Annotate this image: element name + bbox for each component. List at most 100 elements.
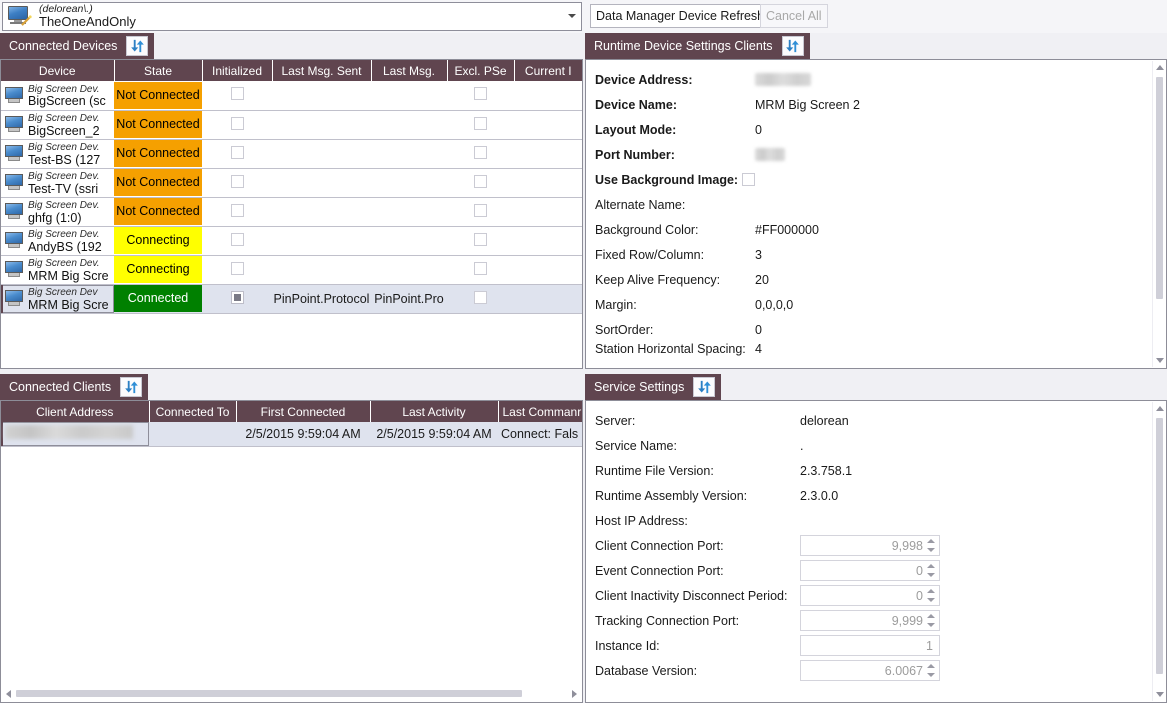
application-window: (delorean\.) TheOneAndOnly Data Manager … [0, 0, 1167, 703]
scroll-thumb[interactable] [1156, 77, 1163, 299]
excl-ps-checkbox[interactable] [474, 87, 487, 101]
use-background-image-checkbox[interactable] [742, 173, 756, 186]
redacted-client-address [5, 425, 133, 440]
stepper-value: 0 [916, 563, 923, 578]
excl-ps-checkbox[interactable] [474, 116, 487, 130]
stepper-down-icon[interactable] [927, 623, 935, 627]
cell-device: Big Screen Dev. BigScreen_2 [1, 110, 114, 140]
scroll-up-icon[interactable] [1156, 65, 1164, 70]
stepper-down-icon[interactable] [927, 673, 935, 677]
cell-client-address [1, 422, 149, 447]
scroll-down-icon[interactable] [1156, 692, 1164, 697]
refresh-arrows-icon[interactable] [120, 377, 143, 397]
cell-last-msg-sent [272, 168, 371, 198]
table-header-row: Device State Initialized Last Msg. Sent … [1, 60, 582, 81]
service-settings-vertical-scrollbar[interactable] [1152, 402, 1165, 701]
table-row[interactable]: 2/5/2015 9:59:04 AM 2/5/2015 9:59:04 AM Co… [1, 422, 582, 447]
column-header-device[interactable]: Device [1, 60, 115, 81]
column-header-client-address[interactable]: Client Address [1, 401, 150, 422]
excl-ps-checkbox[interactable] [474, 290, 487, 304]
initialized-checkbox[interactable] [230, 174, 244, 188]
status-badge: Connecting [114, 256, 202, 283]
data-manager-device-refresh-button[interactable]: Data Manager Device Refresh [590, 4, 771, 28]
numeric-stepper[interactable]: 0 [800, 585, 940, 606]
stepper-up-icon[interactable] [927, 664, 935, 668]
runtime-settings-list: Device Address: Device Name: MRM Big Scree… [587, 61, 1152, 367]
cell-initialized [202, 81, 272, 111]
cell-current-i [514, 168, 582, 198]
initialized-checkbox[interactable] [230, 116, 244, 130]
initialized-checkbox[interactable] [230, 203, 244, 217]
initialized-checkbox[interactable] [230, 87, 244, 101]
stepper-up-icon[interactable] [927, 614, 935, 618]
numeric-stepper[interactable]: 9,998 [800, 535, 940, 556]
excl-ps-checkbox[interactable] [474, 261, 487, 275]
setting-label: Server: [595, 413, 636, 428]
stepper-down-icon[interactable] [927, 573, 935, 577]
stepper-down-icon[interactable] [927, 598, 935, 602]
initialized-checkbox[interactable] [230, 290, 244, 304]
setting-label: Station Horizontal Spacing: [595, 342, 746, 356]
stepper-down-icon[interactable] [927, 548, 935, 552]
cell-excl-ps [447, 139, 514, 169]
stepper-up-icon[interactable] [927, 539, 935, 543]
column-header-last-msg-sent[interactable]: Last Msg. Sent [272, 60, 372, 81]
numeric-stepper[interactable]: 0 [800, 560, 940, 581]
excl-ps-checkbox[interactable] [474, 203, 487, 217]
numeric-stepper[interactable]: 6.0067 [800, 660, 940, 681]
scroll-right-icon[interactable] [572, 690, 577, 698]
setting-row: Client Connection Port: 9,998 [595, 533, 1152, 558]
initialized-checkbox[interactable] [230, 261, 244, 275]
excl-ps-checkbox[interactable] [474, 145, 487, 159]
server-instance-combobox[interactable]: (delorean\.) TheOneAndOnly [2, 2, 582, 31]
cell-current-i [514, 110, 582, 140]
column-header-initialized[interactable]: Initialized [202, 60, 273, 81]
column-header-connected-to[interactable]: Connected To [149, 401, 237, 422]
excl-ps-checkbox[interactable] [474, 232, 487, 246]
setting-label: Use Background Image: [595, 172, 739, 187]
scroll-down-icon[interactable] [1156, 358, 1164, 363]
table-row[interactable]: Big Screen Dev. AndyBS (192 Connecting [1, 226, 582, 256]
column-header-last-command[interactable]: Last Commanr [498, 401, 582, 422]
setting-label: Host IP Address: [595, 513, 688, 528]
initialized-checkbox[interactable] [230, 145, 244, 159]
table-row[interactable]: Big Screen Dev. Test-TV (ssri Not Connecte… [1, 168, 582, 198]
scroll-left-icon[interactable] [6, 690, 11, 698]
status-badge: Not Connected [114, 81, 202, 109]
table-row[interactable]: Big Screen Dev MRM Big Scre Connected PinPo… [1, 284, 582, 314]
scroll-thumb[interactable] [16, 690, 522, 697]
stepper-value: 0 [916, 588, 923, 603]
refresh-arrows-icon[interactable] [781, 36, 804, 56]
numeric-stepper[interactable]: 9,999 [800, 610, 940, 631]
column-header-last-activity[interactable]: Last Activity [370, 401, 499, 422]
column-header-first-connected[interactable]: First Connected [236, 401, 371, 422]
table-row[interactable]: Big Screen Dev. BigScreen_2 Not Connected [1, 110, 582, 140]
connected-clients-horizontal-scrollbar[interactable] [2, 686, 581, 701]
column-header-state[interactable]: State [114, 60, 203, 81]
table-row[interactable]: Big Screen Dev. ghfg (1:0) Not Connected [1, 197, 582, 227]
scroll-thumb[interactable] [1156, 418, 1163, 674]
runtime-settings-vertical-scrollbar[interactable] [1152, 61, 1165, 367]
initialized-checkbox[interactable] [230, 232, 244, 246]
excl-ps-checkbox[interactable] [474, 174, 487, 188]
setting-value: 0 [755, 322, 762, 337]
cell-state: Not Connected [114, 81, 202, 111]
column-header-current-i[interactable]: Current I [514, 60, 582, 81]
table-row[interactable]: Big Screen Dev. BigScreen (sс Not Connecte… [1, 81, 582, 111]
refresh-arrows-icon[interactable] [126, 36, 149, 56]
connected-clients-panel: Connected Clients Client Address Connect… [0, 374, 583, 703]
text-input[interactable]: 1 [800, 635, 940, 656]
stepper-up-icon[interactable] [927, 564, 935, 568]
scroll-up-icon[interactable] [1156, 406, 1164, 411]
setting-value: 0 [755, 122, 762, 137]
chevron-down-icon[interactable] [568, 14, 576, 18]
table-row[interactable]: Big Screen Dev. MRM Big Scre Connecting [1, 255, 582, 285]
column-header-last-msg[interactable]: Last Msg. [371, 60, 448, 81]
table-row[interactable]: Big Screen Dev. Test-BS (127 Not Connected [1, 139, 582, 169]
stepper-up-icon[interactable] [927, 589, 935, 593]
column-header-excl-ps[interactable]: Excl. PSе [447, 60, 515, 81]
cell-device: Big Screen Dev. Test-TV (ssri [1, 168, 114, 198]
cell-device: Big Screen Dev. ghfg (1:0) [1, 197, 114, 227]
setting-row: Margin: 0,0,0,0 [595, 292, 1152, 317]
refresh-arrows-icon[interactable] [693, 377, 716, 397]
